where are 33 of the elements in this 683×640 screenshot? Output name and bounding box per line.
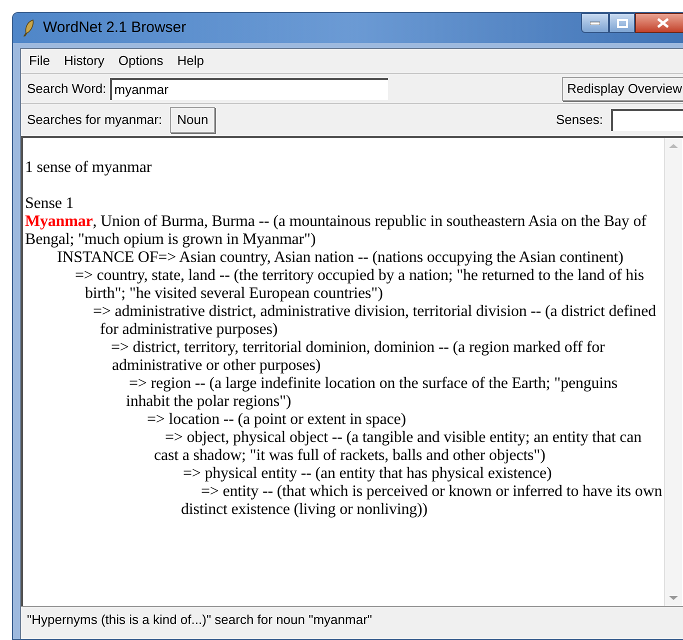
maximize-icon: [616, 18, 628, 28]
hypernym-entry: => physical entity -- (an entity that has physical existence): [182, 465, 552, 483]
hypernym-entry: => location -- (a point or extent in space): [146, 411, 406, 429]
sense-heading: Sense 1: [25, 195, 74, 213]
close-button[interactable]: [635, 13, 683, 33]
menu-item[interactable]: Help: [177, 51, 204, 71]
search-label: Search Word:: [27, 80, 106, 98]
searches-label: Searches for myanmar:: [27, 111, 162, 130]
sense-count: 1 sense of myanmar: [25, 159, 152, 177]
search-field[interactable]: myanmar: [110, 78, 388, 100]
close-icon: [657, 18, 669, 28]
feather-icon: [23, 19, 35, 37]
definition-text: Myanmar, Union of Burma, Burma -- (a mountainous republic in southeastern Asia on the Bay of Bengal; "much opium is grown in Myanmar"): [25, 213, 648, 249]
minimize-icon: [590, 21, 600, 25]
hypernym-entry: => district, territory, territorial dominion, dominion -- (a region marked off for administrative or other purposes): [110, 339, 606, 375]
menu-item[interactable]: History: [64, 51, 104, 71]
senses-field[interactable]: [611, 109, 683, 131]
senses-label: Senses:: [556, 111, 603, 130]
noun-button[interactable]: Noun: [170, 107, 216, 133]
menu-item[interactable]: File: [29, 51, 50, 71]
menu-item[interactable]: Options: [118, 51, 164, 71]
redisplay-button[interactable]: Redisplay Overview: [562, 76, 683, 100]
hypernym-entry: => entity -- (that which is perceived or known or inferred to have its own distinct existence (living or nonliving)): [180, 483, 664, 519]
status-text: "Hypernyms (this is a kind of...)" search for noun "myanmar": [27, 610, 372, 629]
hypernym-entry: => country, state, land -- (the territory occupied by a nation; "he returned to the land of his birth"; "he visited several European countries"): [74, 267, 645, 303]
hypernym-entry: => administrative district, administrative division, territorial division -- (a district defined for administrative purposes): [92, 303, 657, 339]
maximize-button[interactable]: [609, 13, 635, 33]
hypernym-entry: INSTANCE OF=> Asian country, Asian nation -- (nations occupying the Asian continent): [56, 249, 624, 267]
minimize-button[interactable]: [581, 13, 609, 33]
hypernym-entry: => region -- (a large indefinite location on the surface of the Earth; "penguins inhabit the polar regions"): [125, 375, 619, 411]
window-title: WordNet 2.1 Browser: [43, 18, 186, 38]
scrollbar[interactable]: [664, 138, 682, 606]
hypernym-entry: => object, physical object -- (a tangible and visible entity; an entity that can cast a shadow; "it was full of rackets, balls and other objects"): [153, 429, 643, 465]
